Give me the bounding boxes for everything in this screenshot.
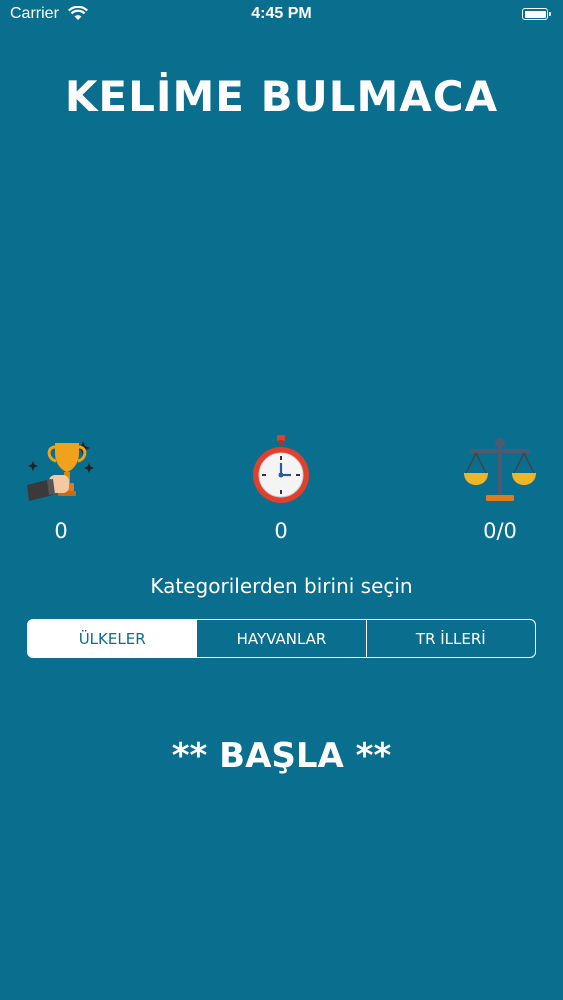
stopwatch-icon [253,435,309,503]
app-title: KELİME BULMACA [64,72,499,121]
segment-hayvanlar[interactable]: HAYVANLAR [196,620,365,657]
timer-value: 0 [274,519,288,543]
segment-tr-illeri[interactable]: TR İLLERİ [365,620,535,657]
category-segmented-control: ÜLKELER HAYVANLAR TR İLLERİ [27,619,536,658]
segment-ulkeler[interactable]: ÜLKELER [28,620,197,657]
category-prompt: Kategorilerden birini seçin [150,574,413,598]
score-stat: 0 [6,435,116,543]
status-bar: Carrier 4:45 PM [0,0,563,30]
score-value: 0 [54,519,68,543]
time-stat: 0 [226,435,336,543]
battery-icon [522,8,551,20]
status-time: 4:45 PM [251,5,312,22]
ratio-value: 0/0 [483,519,517,543]
trophy-icon [27,441,94,501]
start-button[interactable]: ** BAŞLA ** [0,736,563,776]
scale-icon [464,438,536,501]
ratio-stat: 0/0 [445,435,555,543]
